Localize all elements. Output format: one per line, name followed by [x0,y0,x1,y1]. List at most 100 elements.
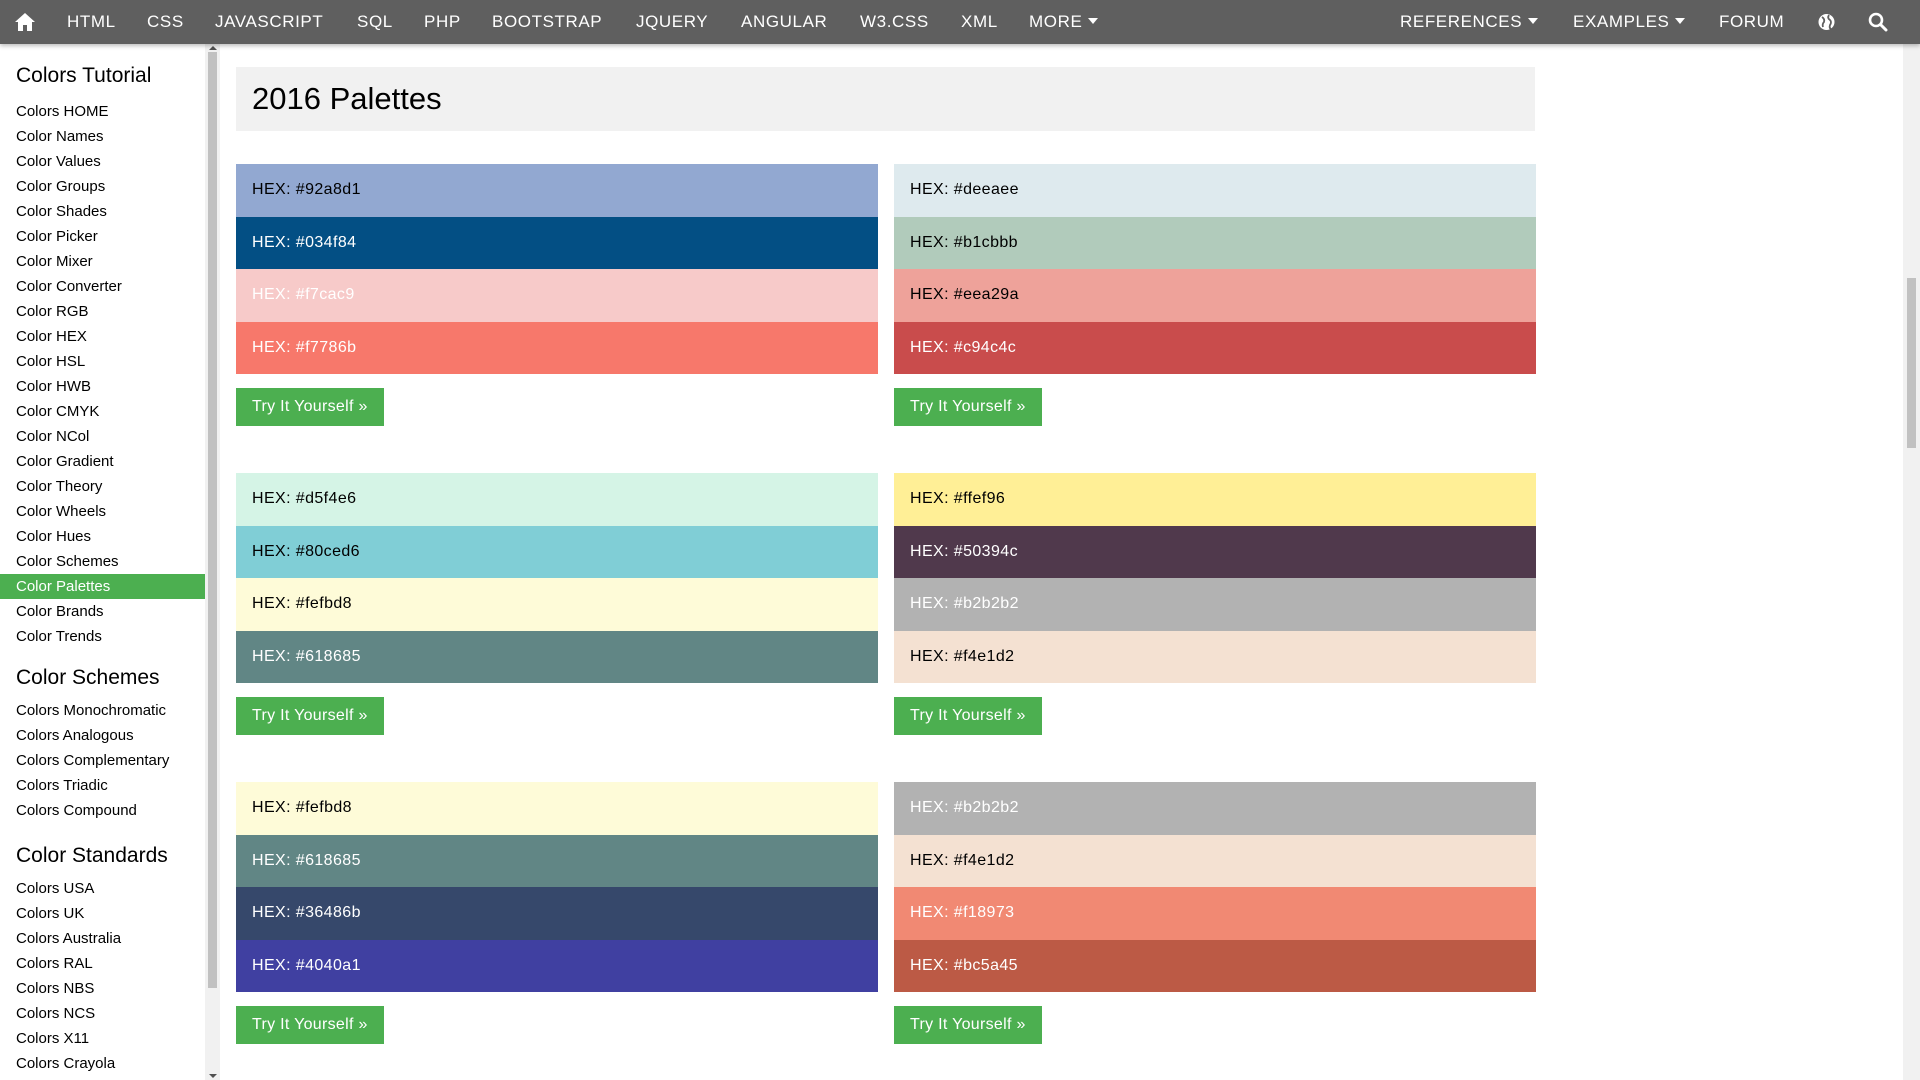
nav-html[interactable]: HTML [67,0,116,44]
nav-xml[interactable]: XML [961,0,998,44]
sidebar-tutorial-item[interactable]: Color Values [0,149,205,174]
sidebar-tutorial-item[interactable]: Color Groups [0,174,205,199]
sidebar-schemes-item[interactable]: Colors Compound [0,798,205,823]
caret-down-icon [1675,17,1686,24]
sidebar-standards-item[interactable]: Colors USA [0,876,205,901]
sidebar-scrollbar[interactable] [205,44,220,1080]
sidebar-tutorial-item[interactable]: Color Trends [0,624,205,649]
color-swatch: HEX: #bc5a45 [894,939,1536,992]
nav-angular[interactable]: ANGULAR [741,0,827,44]
globe-icon[interactable] [1817,0,1836,44]
page-title-panel: 2016 Palettes [236,67,1535,131]
page-scrollbar[interactable] [1903,44,1920,1080]
page-title: 2016 Palettes [252,81,442,116]
color-swatch: HEX: #d5f4e6 [236,473,878,526]
sidebar-standards-item[interactable]: Colors RAL [0,951,205,976]
color-swatch: HEX: #b2b2b2 [894,782,1536,835]
palette-card: HEX: #b2b2b2 HEX: #f4e1d2 HEX: #f18973 HEX:… [894,782,1536,1044]
color-swatch: HEX: #f4e1d2 [894,630,1536,683]
page-scrollbar-thumb[interactable] [1907,278,1916,448]
sidebar-tutorial-item[interactable]: Color Hues [0,524,205,549]
sidebar-schemes-item[interactable]: Colors Analogous [0,723,205,748]
sidebar-tutorial-item[interactable]: Color Schemes [0,549,205,574]
sidebar-tutorial-item[interactable]: Color HSL [0,349,205,374]
color-swatch: HEX: #36486b [236,887,878,940]
sidebar-tutorial-item[interactable]: Color Palettes [0,574,205,599]
sidebar-standards-item[interactable]: Colors Australia [0,926,205,951]
sidebar-tutorial-item[interactable]: Color CMYK [0,399,205,424]
color-swatch: HEX: #4040a1 [236,939,878,992]
scroll-down-icon[interactable] [209,1074,217,1078]
color-swatch: HEX: #92a8d1 [236,164,878,217]
palette-card: HEX: #fefbd8 HEX: #618685 HEX: #36486b HEX:… [236,782,878,1044]
nav-more-dropdown[interactable]: MORE [1029,0,1099,44]
color-swatch: HEX: #80ced6 [236,525,878,578]
top-navigation-bar: HTML CSS JAVASCRIPT SQL PHP BOOTSTRAP JQ… [0,0,1920,44]
sidebar-tutorial-item[interactable]: Color Theory [0,474,205,499]
try-it-yourself-button[interactable]: Try It Yourself » [894,1006,1042,1044]
sidebar-tutorial-item[interactable]: Color Shades [0,199,205,224]
sidebar-tutorial-item[interactable]: Color Names [0,124,205,149]
sidebar-tutorial-item[interactable]: Color RGB [0,299,205,324]
color-swatch: HEX: #618685 [236,630,878,683]
search-icon[interactable] [1868,0,1888,44]
sidebar-heading-schemes: Color Schemes [16,666,160,689]
sidebar-standards-item[interactable]: Colors UK [0,901,205,926]
color-swatch: HEX: #618685 [236,834,878,887]
nav-examples-dropdown[interactable]: EXAMPLES [1573,0,1686,44]
try-it-yourself-button[interactable]: Try It Yourself » [894,697,1042,735]
sidebar-schemes-item[interactable]: Colors Complementary [0,748,205,773]
sidebar-tutorial-item[interactable]: Colors HOME [0,99,205,124]
try-it-yourself-button[interactable]: Try It Yourself » [236,388,384,426]
sidebar-tutorial-item[interactable]: Color Brands [0,599,205,624]
nav-sql[interactable]: SQL [357,0,393,44]
nav-forum[interactable]: FORUM [1719,0,1784,44]
color-swatch: HEX: #b1cbbb [894,216,1536,269]
main-content: 2016 Palettes HEX: #92a8d1 HEX: #034f84 HE… [220,44,1900,1080]
color-swatch: HEX: #c94c4c [894,321,1536,374]
sidebar-standards-item[interactable]: Colors X11 [0,1026,205,1051]
sidebar-standards-item[interactable]: Colors NCS [0,1001,205,1026]
nav-css[interactable]: CSS [147,0,184,44]
nav-php[interactable]: PHP [424,0,461,44]
palette-card: HEX: #deeaee HEX: #b1cbbb HEX: #eea29a HEX:… [894,164,1536,426]
try-it-yourself-button[interactable]: Try It Yourself » [894,388,1042,426]
sidebar-schemes-item[interactable]: Colors Triadic [0,773,205,798]
nav-examples-label: EXAMPLES [1573,12,1670,31]
color-swatch: HEX: #f7786b [236,321,878,374]
sidebar-standards-item[interactable]: Colors NBS [0,976,205,1001]
color-swatch: HEX: #50394c [894,525,1536,578]
nav-references-dropdown[interactable]: REFERENCES [1400,0,1539,44]
try-it-yourself-button[interactable]: Try It Yourself » [236,1006,384,1044]
nav-javascript[interactable]: JAVASCRIPT [215,0,323,44]
color-swatch: HEX: #deeaee [894,164,1536,217]
palette-card: HEX: #d5f4e6 HEX: #80ced6 HEX: #fefbd8 HEX:… [236,473,878,735]
sidebar-tutorial-item[interactable]: Color HEX [0,324,205,349]
color-swatch: HEX: #fefbd8 [236,782,878,835]
sidebar-tutorial-item[interactable]: Color Picker [0,224,205,249]
color-swatch: HEX: #f18973 [894,887,1536,940]
sidebar-tutorial-item[interactable]: Color Gradient [0,449,205,474]
try-it-yourself-button[interactable]: Try It Yourself » [236,697,384,735]
sidebar-heading-tutorial: Colors Tutorial [16,64,152,87]
sidebar-tutorial-item[interactable]: Color NCol [0,424,205,449]
home-icon[interactable] [14,0,36,44]
nav-references-label: REFERENCES [1400,12,1523,31]
caret-down-icon [1088,17,1099,24]
nav-jquery[interactable]: JQUERY [636,0,708,44]
color-swatch: HEX: #ffef96 [894,473,1536,526]
sidebar-tutorial-item[interactable]: Color Converter [0,274,205,299]
scroll-up-icon[interactable] [209,46,217,50]
color-swatch: HEX: #034f84 [236,216,878,269]
nav-bootstrap[interactable]: BOOTSTRAP [492,0,602,44]
palette-card: HEX: #ffef96 HEX: #50394c HEX: #b2b2b2 HEX:… [894,473,1536,735]
sidebar-tutorial-item[interactable]: Color HWB [0,374,205,399]
sidebar-standards-item[interactable]: Colors Crayola [0,1051,205,1076]
nav-w3css[interactable]: W3.CSS [860,0,929,44]
sidebar-scrollbar-thumb[interactable] [208,52,217,988]
sidebar-tutorial-item[interactable]: Color Mixer [0,249,205,274]
sidebar-schemes-item[interactable]: Colors Monochromatic [0,698,205,723]
sidebar-tutorial-item[interactable]: Color Wheels [0,499,205,524]
sidebar: Colors Tutorial Colors HOME Color Names Co… [0,44,205,1080]
color-swatch: HEX: #f4e1d2 [894,834,1536,887]
